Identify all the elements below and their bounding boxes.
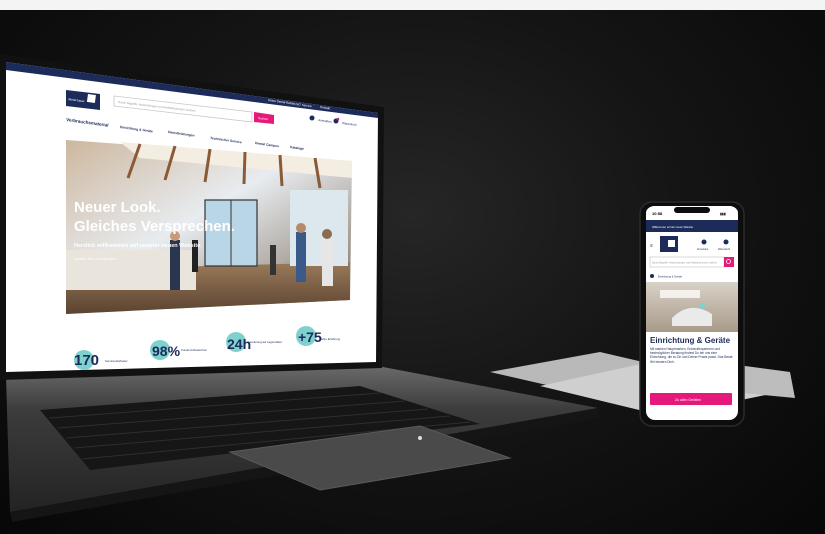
phone-breadcrumb[interactable]: Einrichtung & Geräte [658,275,683,279]
logo-mark [86,94,96,104]
phone-menu-icon[interactable]: ≡ [650,243,653,249]
device-mockup-scene: Willkommen auf der neuen Website: Neu: Z… [0,54,795,522]
stat-label: Kundenzufriedenheit [181,348,207,352]
phone-cta-label: Zu allen Geräten [675,398,701,402]
phone-search-button[interactable] [724,257,734,267]
phone-account-label[interactable]: Anmelden [697,248,709,251]
stat-label: Servicemitarbeiter [105,359,128,363]
stat-value: 170 [74,352,99,369]
phone-announcement-text: Willkommen auf der neuen Website [652,225,693,229]
hero-title-line2: Gleiches Versprechen. [74,218,235,235]
phone-search-placeholder: Durch Begriffe, Anwendungen und Artikeln… [652,262,717,265]
laptop-base [6,366,600,522]
smartphone: 10:58 ▮▮▮ Willkommen auf der neuen Websi… [639,201,745,427]
stat-value: 98% [152,343,181,359]
phone-signal-icon: ▮▮▮ [720,212,726,216]
user-icon[interactable] [309,115,315,121]
phone-hero-light [660,290,700,298]
phone-time: 10:58 [652,211,663,216]
scene-background: Willkommen auf der neuen Website: Neu: Z… [0,0,825,534]
hero-banner[interactable]: Neuer Look. Gleiches Versprechen. Herzli… [66,140,352,314]
phone-user-icon[interactable] [701,239,707,245]
cart-badge [336,117,340,121]
phone-logo-mark [668,240,675,247]
phone-page-title: Einrichtung & Geräte [650,336,731,345]
hero-title-line1: Neuer Look. [74,199,161,216]
stat-value: 24h [227,336,251,352]
hero-link[interactable]: Lernen Sie uns kennen > [74,256,119,261]
phone-notch [674,207,710,213]
stat-label: Lieferung auf Lagerartikel [250,340,282,344]
stat-label: Jahre Erfahrung [320,337,341,341]
stat-value: +75 [298,329,322,345]
laptop-indicator-light [418,436,422,440]
phone-body-text-wrapper: Mit starken Hauptmarken, Entwicklerpartn… [650,347,734,364]
phone-hero-accent [699,303,705,309]
phone-cart-label[interactable]: Warenkorb [718,248,731,251]
phone-body-text: Mit starken Hauptmarken, Entwicklerpartn… [650,347,734,364]
phone-cart-icon[interactable] [723,239,729,245]
hero-subtitle: Herzlich willkommen auf unserer neuen We… [74,243,202,249]
phone-breadcrumb-icon [650,274,654,278]
